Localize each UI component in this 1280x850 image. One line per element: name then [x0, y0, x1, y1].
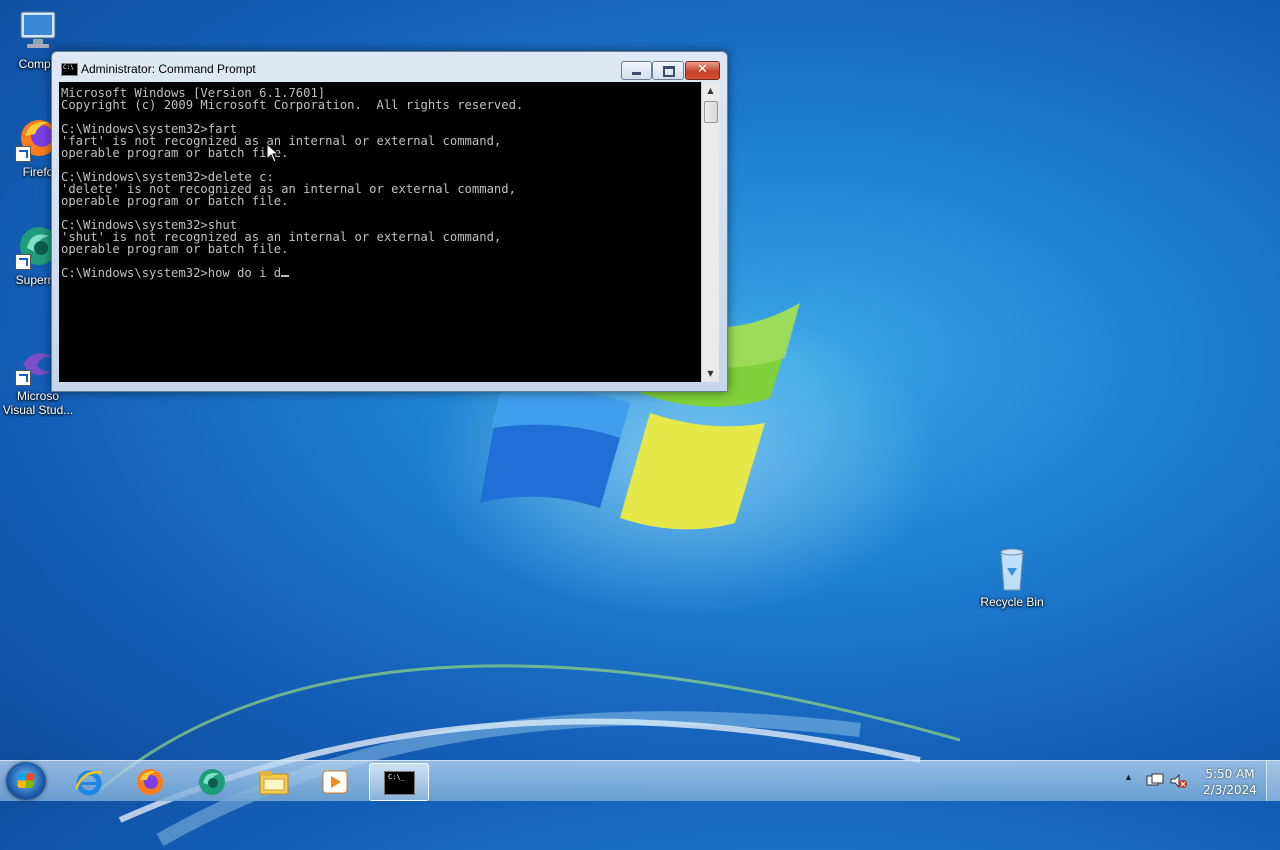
cmd-icon [61, 63, 78, 76]
start-button[interactable] [6, 762, 46, 800]
folder-icon [259, 771, 289, 795]
minimize-icon [622, 62, 651, 79]
minimize-button[interactable] [621, 61, 652, 80]
command-prompt-window[interactable]: Administrator: Command Prompt ✕ Microsof… [51, 51, 728, 392]
media-player-icon [322, 770, 348, 794]
console-line: operable program or batch file. [61, 242, 289, 256]
supermium-icon [199, 769, 225, 795]
window-titlebar[interactable]: Administrator: Command Prompt ✕ [52, 52, 727, 82]
tray-overflow-icon[interactable]: ▲ [1124, 772, 1133, 812]
taskbar-item-command-prompt[interactable]: C:\_ [369, 763, 429, 801]
close-button[interactable]: ✕ [685, 61, 720, 80]
console-output[interactable]: Microsoft Windows [Version 6.1.7601] Cop… [59, 82, 701, 382]
show-desktop-button[interactable] [1266, 761, 1280, 801]
firefox-icon [137, 769, 163, 795]
recycle-bin-icon [989, 546, 1035, 592]
taskbar-item-media-player[interactable] [307, 763, 365, 799]
scroll-thumb[interactable] [704, 101, 718, 123]
shortcut-arrow-icon [15, 254, 31, 270]
cmd-icon-glyph: C:\_ [388, 773, 405, 781]
shortcut-arrow-icon [15, 146, 31, 162]
text-cursor [281, 275, 290, 277]
desktop-icon-label: Recycle Bin [980, 595, 1044, 609]
clock-date: 2/3/2024 [1203, 783, 1257, 797]
clock-time: 5:50 AM [1205, 767, 1255, 781]
wallpaper-swoosh [99, 664, 960, 847]
window-title: Administrator: Command Prompt [81, 62, 256, 76]
taskbar-item-supermium[interactable] [183, 763, 241, 799]
system-clock[interactable]: 5:50 AM 2/3/2024 [1195, 766, 1265, 798]
desktop-icon-label-line2: Visual Stud... [2, 403, 74, 417]
scroll-up-icon[interactable]: ▲ [702, 82, 719, 99]
scroll-down-icon[interactable]: ▼ [702, 365, 719, 382]
taskbar-item-internet-explorer[interactable] [60, 763, 118, 799]
close-icon: ✕ [697, 62, 708, 77]
vertical-scrollbar[interactable]: ▲ ▼ [701, 82, 719, 382]
shortcut-arrow-icon [15, 370, 31, 386]
computer-icon [15, 8, 61, 54]
action-center-flag-icon[interactable] [1146, 773, 1164, 789]
console-line: operable program or batch file. [61, 194, 289, 208]
console-line: operable program or batch file. [61, 146, 289, 160]
console-line: Copyright (c) 2009 Microsoft Corporation… [61, 98, 524, 112]
taskbar-item-firefox[interactable] [121, 763, 179, 799]
ie-icon [74, 770, 103, 796]
console-input-line[interactable]: C:\Windows\system32>how do i d [61, 266, 281, 280]
maximize-icon [653, 62, 683, 79]
taskbar-item-file-explorer[interactable] [245, 763, 303, 799]
maximize-button[interactable] [652, 61, 684, 80]
taskbar: C:\_ ▲ 5:50 AM 2/3/2024 [0, 760, 1280, 801]
volume-muted-icon[interactable] [1170, 773, 1188, 789]
mouse-pointer-icon [266, 143, 280, 163]
desktop-icon-recycle-bin[interactable]: Recycle Bin [974, 546, 1050, 609]
cmd-icon: C:\_ [384, 771, 415, 795]
